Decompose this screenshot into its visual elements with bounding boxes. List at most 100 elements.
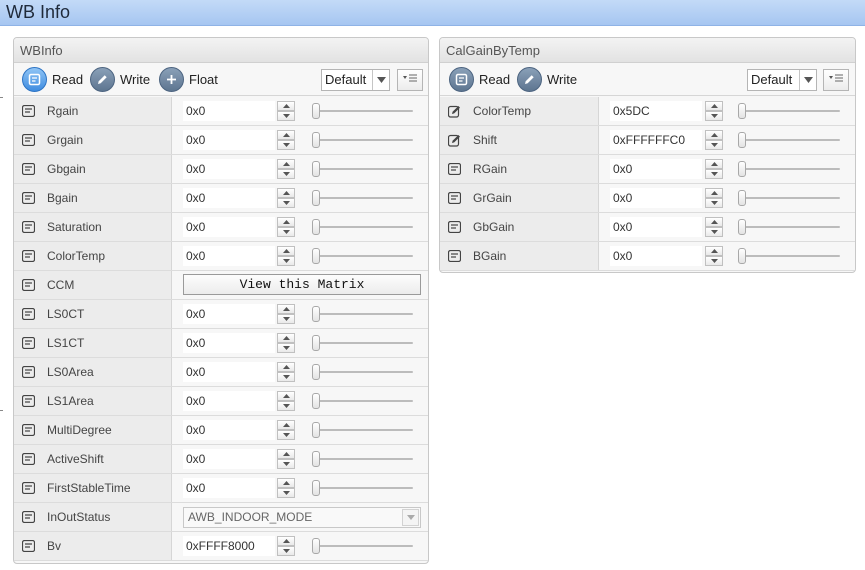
value-stepper[interactable] [277,246,295,266]
value-stepper[interactable] [277,101,295,121]
slider-thumb[interactable] [312,393,320,409]
slider-thumb[interactable] [738,190,746,206]
step-down-icon[interactable] [277,546,295,556]
value-input[interactable]: 0x0 [183,188,275,208]
step-down-icon[interactable] [277,256,295,266]
slider-thumb[interactable] [312,335,320,351]
step-down-icon[interactable] [277,343,295,353]
write-button[interactable]: Write [517,67,577,92]
value-stepper[interactable] [705,188,723,208]
value-slider[interactable] [312,538,413,554]
value-stepper[interactable] [277,420,295,440]
slider-thumb[interactable] [312,480,320,496]
value-slider[interactable] [312,364,413,380]
slider-thumb[interactable] [312,103,320,119]
step-up-icon[interactable] [277,449,295,459]
step-down-icon[interactable] [277,140,295,150]
step-up-icon[interactable] [705,159,723,169]
preset-select[interactable]: Default [321,69,390,91]
read-button[interactable]: Read [22,67,83,92]
step-up-icon[interactable] [277,391,295,401]
value-slider[interactable] [312,480,413,496]
value-slider[interactable] [312,219,413,235]
value-slider[interactable] [312,190,413,206]
value-slider[interactable] [312,103,413,119]
value-stepper[interactable] [705,246,723,266]
value-input[interactable]: 0x0 [183,362,275,382]
value-stepper[interactable] [277,217,295,237]
value-stepper[interactable] [277,304,295,324]
slider-thumb[interactable] [312,451,320,467]
step-down-icon[interactable] [277,314,295,324]
view-matrix-button[interactable]: View this Matrix [183,274,421,295]
step-up-icon[interactable] [277,536,295,546]
slider-thumb[interactable] [738,161,746,177]
step-down-icon[interactable] [277,372,295,382]
float-button[interactable]: Float [159,67,218,92]
step-up-icon[interactable] [277,420,295,430]
step-up-icon[interactable] [277,188,295,198]
value-stepper[interactable] [705,159,723,179]
step-down-icon[interactable] [705,111,723,121]
step-down-icon[interactable] [705,140,723,150]
value-input[interactable]: 0xFFFF8000 [183,536,275,556]
slider-thumb[interactable] [312,306,320,322]
step-down-icon[interactable] [277,459,295,469]
step-up-icon[interactable] [277,333,295,343]
menu-button[interactable] [823,69,849,91]
value-input[interactable]: 0x0 [183,333,275,353]
slider-thumb[interactable] [312,248,320,264]
value-stepper[interactable] [277,391,295,411]
value-input[interactable]: 0x0 [183,130,275,150]
step-down-icon[interactable] [277,169,295,179]
step-down-icon[interactable] [277,111,295,121]
step-up-icon[interactable] [277,101,295,111]
step-up-icon[interactable] [277,217,295,227]
step-down-icon[interactable] [277,488,295,498]
step-down-icon[interactable] [277,430,295,440]
value-stepper[interactable] [705,101,723,121]
value-slider[interactable] [738,161,840,177]
slider-thumb[interactable] [312,422,320,438]
menu-button[interactable] [397,69,423,91]
value-input[interactable]: 0x5DC [610,101,702,121]
step-up-icon[interactable] [705,246,723,256]
value-stepper[interactable] [705,217,723,237]
slider-thumb[interactable] [738,132,746,148]
step-up-icon[interactable] [277,478,295,488]
value-slider[interactable] [738,190,840,206]
write-button[interactable]: Write [90,67,150,92]
value-input[interactable]: 0x0 [610,217,702,237]
step-up-icon[interactable] [277,362,295,372]
value-input[interactable]: 0x0 [610,188,702,208]
step-up-icon[interactable] [705,188,723,198]
value-input[interactable]: 0x0 [183,420,275,440]
value-input[interactable]: 0x0 [183,159,275,179]
slider-thumb[interactable] [312,219,320,235]
value-stepper[interactable] [277,333,295,353]
step-down-icon[interactable] [277,401,295,411]
slider-thumb[interactable] [312,132,320,148]
value-slider[interactable] [738,219,840,235]
value-slider[interactable] [312,306,413,322]
value-stepper[interactable] [277,159,295,179]
slider-thumb[interactable] [738,248,746,264]
slider-thumb[interactable] [312,364,320,380]
value-stepper[interactable] [277,362,295,382]
value-stepper[interactable] [277,188,295,208]
slider-thumb[interactable] [312,190,320,206]
slider-thumb[interactable] [738,219,746,235]
step-up-icon[interactable] [705,217,723,227]
step-down-icon[interactable] [705,198,723,208]
step-down-icon[interactable] [705,256,723,266]
value-input[interactable]: 0x0 [183,101,275,121]
value-stepper[interactable] [277,536,295,556]
step-down-icon[interactable] [277,227,295,237]
step-up-icon[interactable] [277,130,295,140]
value-slider[interactable] [312,422,413,438]
value-slider[interactable] [312,335,413,351]
preset-select[interactable]: Default [747,69,817,91]
read-button[interactable]: Read [449,67,510,92]
step-up-icon[interactable] [277,304,295,314]
value-slider[interactable] [312,161,413,177]
